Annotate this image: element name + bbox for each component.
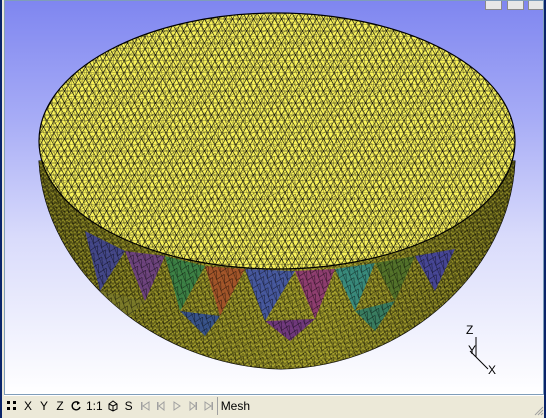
s-button[interactable]: S — [121, 397, 137, 415]
view-z-button[interactable]: Z — [52, 397, 68, 415]
view-x-button[interactable]: X — [20, 397, 36, 415]
viewer-window: Z Y X X Y Z 1:1 S Mesh — [0, 0, 546, 418]
3d-viewport[interactable]: Z Y X — [4, 0, 544, 395]
resize-grip-icon[interactable] — [532, 404, 544, 416]
axis-z-label: Z — [466, 323, 474, 337]
rotate-icon[interactable] — [68, 397, 84, 415]
prev-icon[interactable] — [153, 397, 169, 415]
scale-1-1-button[interactable]: 1:1 — [84, 397, 105, 415]
fit-all-icon[interactable] — [4, 397, 20, 415]
first-icon[interactable] — [137, 397, 153, 415]
status-toolbar: X Y Z 1:1 S Mesh — [4, 395, 544, 416]
play-icon[interactable] — [169, 397, 185, 415]
next-icon[interactable] — [185, 397, 201, 415]
view-y-button[interactable]: Y — [36, 397, 52, 415]
mode-label: Mesh — [216, 397, 250, 415]
cube-icon[interactable] — [105, 397, 121, 415]
axis-triad: Z Y X — [460, 323, 510, 383]
axis-y-label: Y — [468, 343, 477, 357]
axis-x-label: X — [488, 363, 497, 377]
last-icon[interactable] — [201, 397, 217, 415]
